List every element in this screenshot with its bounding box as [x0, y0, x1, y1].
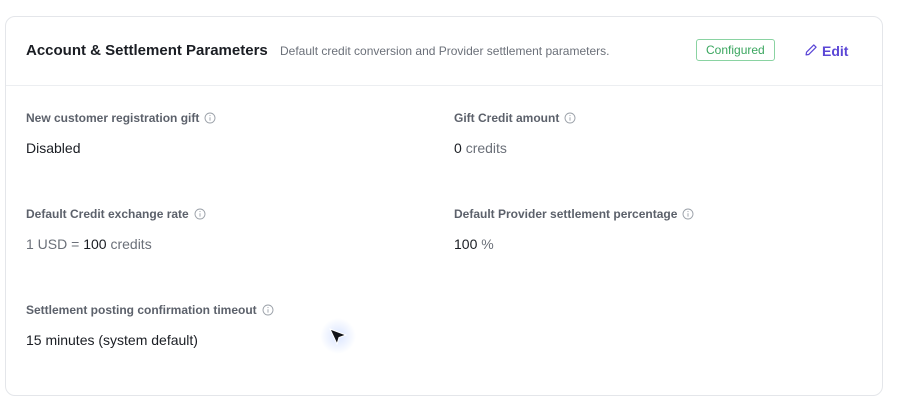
card-header: Account & Settlement Parameters Default … — [6, 17, 882, 86]
posting-timeout-label: Settlement posting confirmation timeout — [26, 303, 257, 317]
field-exchange-rate: Default Credit exchange rate 1 USD = 100… — [26, 207, 206, 252]
info-circle-icon[interactable] — [194, 208, 206, 220]
registration-gift-value: Disabled — [26, 140, 81, 156]
provider-settlement-label: Default Provider settlement percentage — [454, 207, 678, 221]
status-badge: Configured — [696, 39, 775, 61]
field-gift-credit-amount: Gift Credit amount 0 credits — [454, 111, 576, 156]
exchange-rate-value: 100 — [83, 236, 107, 252]
gift-credit-amount-unit: credits — [465, 140, 507, 156]
registration-gift-label: New customer registration gift — [26, 111, 200, 125]
edit-label: Edit — [822, 43, 849, 59]
provider-settlement-unit: % — [481, 236, 494, 252]
field-posting-timeout: Settlement posting confirmation timeout … — [26, 303, 274, 348]
exchange-rate-prefix: 1 USD = — [26, 236, 80, 252]
info-circle-icon[interactable] — [564, 112, 576, 124]
mouse-pointer-icon — [327, 326, 349, 348]
card-title: Account & Settlement Parameters — [26, 42, 268, 59]
gift-credit-amount-label: Gift Credit amount — [454, 111, 560, 125]
field-registration-gift: New customer registration gift Disabled — [26, 111, 216, 156]
edit-button[interactable]: Edit — [804, 41, 848, 61]
exchange-rate-label: Default Credit exchange rate — [26, 207, 189, 221]
info-circle-icon[interactable] — [682, 208, 694, 220]
provider-settlement-value: 100 — [454, 236, 478, 252]
field-provider-settlement: Default Provider settlement percentage 1… — [454, 207, 694, 252]
info-circle-icon[interactable] — [204, 112, 216, 124]
gift-credit-amount-value: 0 — [454, 140, 462, 156]
exchange-rate-unit: credits — [110, 236, 152, 252]
card-subtitle: Default credit conversion and Provider s… — [280, 44, 610, 58]
settlement-parameters-card: Account & Settlement Parameters Default … — [5, 16, 883, 396]
info-circle-icon[interactable] — [262, 304, 274, 316]
pencil-icon — [804, 43, 818, 60]
posting-timeout-value: 15 minutes (system default) — [26, 332, 198, 348]
